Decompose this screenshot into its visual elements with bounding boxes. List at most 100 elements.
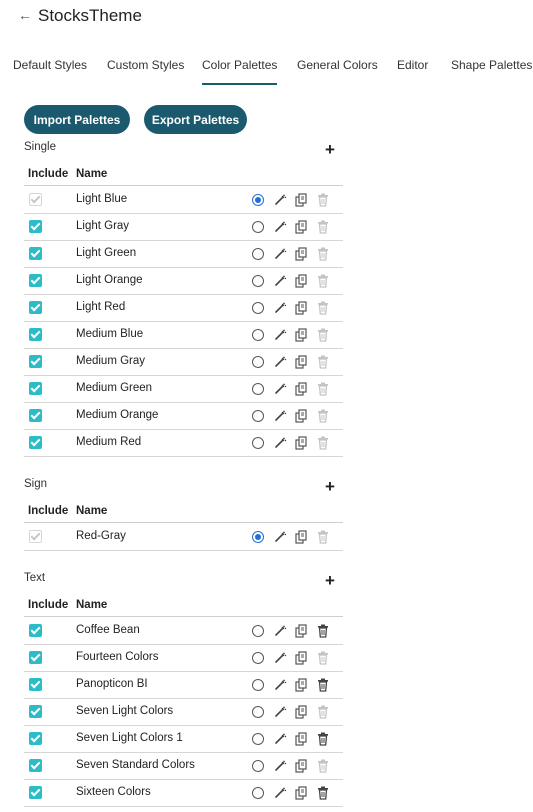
- default-palette-radio[interactable]: [252, 410, 264, 422]
- copy-icon[interactable]: [294, 677, 308, 693]
- copy-icon[interactable]: [294, 192, 308, 208]
- trash-icon[interactable]: [316, 731, 330, 747]
- copy-icon[interactable]: [294, 529, 308, 545]
- add-palette-plus-icon[interactable]: +: [325, 141, 335, 158]
- trash-icon[interactable]: [316, 785, 330, 801]
- copy-icon[interactable]: [294, 704, 308, 720]
- pencil-icon[interactable]: [273, 300, 287, 316]
- include-checkbox[interactable]: [29, 382, 42, 395]
- copy-icon[interactable]: [294, 300, 308, 316]
- trash-icon: [316, 327, 330, 343]
- copy-icon[interactable]: [294, 731, 308, 747]
- copy-icon[interactable]: [294, 408, 308, 424]
- default-palette-radio[interactable]: [252, 531, 264, 543]
- include-checkbox[interactable]: [29, 705, 42, 718]
- include-checkbox[interactable]: [29, 759, 42, 772]
- default-palette-radio[interactable]: [252, 787, 264, 799]
- copy-icon[interactable]: [294, 273, 308, 289]
- palette-name: Coffee Bean: [76, 624, 140, 636]
- default-palette-radio[interactable]: [252, 302, 264, 314]
- table-row: Seven Light Colors: [24, 699, 343, 726]
- pencil-icon[interactable]: [273, 273, 287, 289]
- add-palette-plus-icon[interactable]: +: [325, 478, 335, 495]
- copy-icon[interactable]: [294, 246, 308, 262]
- default-palette-radio[interactable]: [252, 733, 264, 745]
- default-palette-radio[interactable]: [252, 383, 264, 395]
- pencil-icon[interactable]: [273, 623, 287, 639]
- include-checkbox[interactable]: [29, 651, 42, 664]
- include-checkbox[interactable]: [29, 220, 42, 233]
- pencil-icon[interactable]: [273, 758, 287, 774]
- tab-general-colors[interactable]: General Colors: [297, 58, 378, 85]
- default-palette-radio[interactable]: [252, 194, 264, 206]
- pencil-icon[interactable]: [273, 219, 287, 235]
- include-checkbox[interactable]: [29, 355, 42, 368]
- pencil-icon[interactable]: [273, 381, 287, 397]
- export-palettes-button[interactable]: Export Palettes: [144, 105, 247, 134]
- copy-icon[interactable]: [294, 623, 308, 639]
- tab-editor[interactable]: Editor: [397, 58, 428, 85]
- trash-icon: [316, 704, 330, 720]
- copy-icon[interactable]: [294, 785, 308, 801]
- include-checkbox[interactable]: [29, 624, 42, 637]
- default-palette-radio[interactable]: [252, 625, 264, 637]
- include-checkbox[interactable]: [29, 274, 42, 287]
- pencil-icon[interactable]: [273, 354, 287, 370]
- back-arrow-icon[interactable]: ←: [18, 7, 32, 23]
- pencil-icon[interactable]: [273, 192, 287, 208]
- pencil-icon[interactable]: [273, 435, 287, 451]
- trash-icon[interactable]: [316, 677, 330, 693]
- copy-icon[interactable]: [294, 327, 308, 343]
- default-palette-radio[interactable]: [252, 437, 264, 449]
- pencil-icon[interactable]: [273, 529, 287, 545]
- default-palette-radio[interactable]: [252, 652, 264, 664]
- tab-custom-styles[interactable]: Custom Styles: [107, 58, 184, 85]
- pencil-icon[interactable]: [273, 677, 287, 693]
- copy-icon[interactable]: [294, 354, 308, 370]
- default-palette-radio[interactable]: [252, 760, 264, 772]
- include-checkbox[interactable]: [29, 409, 42, 422]
- copy-icon[interactable]: [294, 650, 308, 666]
- section-title: Sign: [24, 478, 48, 490]
- include-checkbox[interactable]: [29, 732, 42, 745]
- add-palette-plus-icon[interactable]: +: [325, 572, 335, 589]
- copy-icon[interactable]: [294, 219, 308, 235]
- pencil-icon[interactable]: [273, 408, 287, 424]
- include-checkbox[interactable]: [29, 301, 42, 314]
- column-header-include: Include: [28, 505, 69, 517]
- trash-icon: [316, 435, 330, 451]
- tab-default-styles[interactable]: Default Styles: [13, 58, 87, 85]
- default-palette-radio[interactable]: [252, 248, 264, 260]
- include-checkbox[interactable]: [29, 436, 42, 449]
- default-palette-radio[interactable]: [252, 329, 264, 341]
- section-title: Text: [24, 572, 46, 584]
- pencil-icon[interactable]: [273, 327, 287, 343]
- tab-color-palettes[interactable]: Color Palettes: [202, 58, 278, 85]
- copy-icon[interactable]: [294, 435, 308, 451]
- default-palette-radio[interactable]: [252, 221, 264, 233]
- trash-icon: [316, 246, 330, 262]
- pencil-icon[interactable]: [273, 246, 287, 262]
- include-checkbox[interactable]: [29, 786, 42, 799]
- pencil-icon[interactable]: [273, 650, 287, 666]
- trash-icon: [316, 381, 330, 397]
- table-row: Seven Standard Colors: [24, 753, 343, 780]
- default-palette-radio[interactable]: [252, 356, 264, 368]
- include-checkbox[interactable]: [29, 328, 42, 341]
- pencil-icon[interactable]: [273, 785, 287, 801]
- palette-name: Medium Gray: [76, 355, 146, 367]
- tab-shape-palettes[interactable]: Shape Palettes: [451, 58, 532, 85]
- palette-name: Fourteen Colors: [76, 651, 159, 663]
- import-palettes-button[interactable]: Import Palettes: [24, 105, 130, 134]
- column-header-name: Name: [76, 168, 108, 180]
- pencil-icon[interactable]: [273, 704, 287, 720]
- copy-icon[interactable]: [294, 381, 308, 397]
- pencil-icon[interactable]: [273, 731, 287, 747]
- include-checkbox[interactable]: [29, 678, 42, 691]
- default-palette-radio[interactable]: [252, 706, 264, 718]
- copy-icon[interactable]: [294, 758, 308, 774]
- include-checkbox[interactable]: [29, 247, 42, 260]
- default-palette-radio[interactable]: [252, 679, 264, 691]
- trash-icon[interactable]: [316, 623, 330, 639]
- default-palette-radio[interactable]: [252, 275, 264, 287]
